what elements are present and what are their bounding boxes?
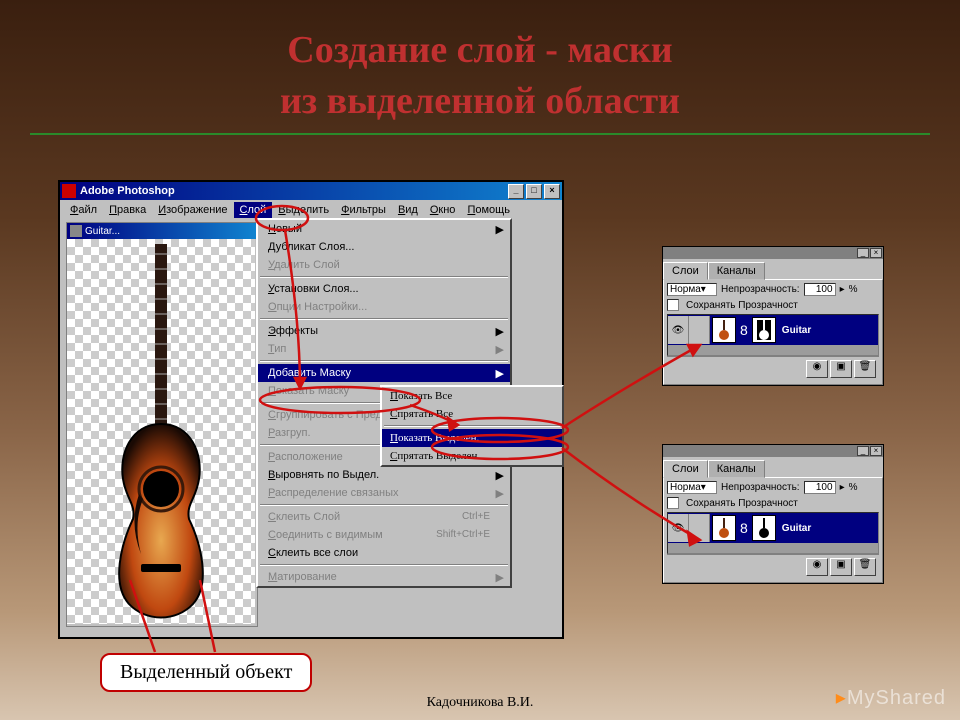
menu-item: Соединить с видимымShift+Ctrl+E [258,526,510,544]
menu-item[interactable]: Склеить все слои [258,544,510,562]
document-titlebar[interactable]: Guitar... [67,223,257,239]
mask-button[interactable]: ◉ [806,558,828,576]
menu-item[interactable]: Установки Слоя... [258,280,510,298]
edit-icon[interactable] [689,514,710,542]
tab-channels[interactable]: Каналы [708,262,765,280]
callout-selected-object: Выделенный объект [100,653,312,692]
menu-item: Матирование▶ [258,568,510,586]
menu-item[interactable]: Эффекты▶ [258,322,510,340]
tab-layers[interactable]: Слои [663,460,708,478]
app-icon [62,184,76,198]
app-title: Adobe Photoshop [80,185,175,197]
menubar[interactable]: ФайлПравкаИзображениеСлойВыделитьФильтры… [60,200,562,220]
footer-credit: Кадочникова В.И. [427,695,534,711]
tab-layers[interactable]: Слои [663,262,708,280]
edit-icon[interactable] [689,316,710,344]
menu-item[interactable]: Выделить [272,202,335,218]
layer-row[interactable]: 👁 8 Guitar [668,513,878,543]
submenu-item[interactable]: Показать Выделен. [382,429,562,447]
menu-item[interactable]: Файл [64,202,103,218]
canvas[interactable] [67,239,255,624]
layer-thumbnail[interactable] [712,515,736,541]
preserve-transparency-checkbox[interactable] [667,497,679,509]
layer-row[interactable]: 👁 8 Guitar [668,315,878,345]
layers-panel-1[interactable]: _ × Слои Каналы Норма▾ Непрозрачность: 1… [662,246,884,386]
menu-item[interactable]: Правка [103,202,152,218]
menu-item[interactable]: Выровнять по Выдел.▶ [258,466,510,484]
add-mask-submenu[interactable]: Показать ВсеСпрятать Все Показать Выделен… [380,385,564,467]
menu-item[interactable]: Помощь [461,202,516,218]
layer-thumbnail[interactable] [712,317,736,343]
mask-button[interactable]: ◉ [806,360,828,378]
menu-item[interactable]: Новый▶ [258,220,510,238]
menu-item: Тип▶ [258,340,510,358]
opacity-input[interactable]: 100 [804,481,836,494]
menu-item: Склеить СлойCtrl+E [258,508,510,526]
layer-list[interactable]: 👁 8 Guitar [667,512,879,554]
menu-item[interactable]: Фильтры [335,202,392,218]
submenu-item[interactable]: Спрятать Выделен. [382,447,562,465]
titlebar[interactable]: Adobe Photoshop _ □ × [60,182,562,200]
preserve-transparency-checkbox[interactable] [667,299,679,311]
divider [30,133,930,135]
panel-close-icon[interactable]: × [870,248,882,258]
panel-close-icon[interactable]: × [870,446,882,456]
menu-item[interactable]: Окно [424,202,462,218]
mask-thumbnail[interactable] [752,317,776,343]
submenu-item[interactable]: Спрятать Все [382,405,562,423]
menu-item: Удалить Слой [258,256,510,274]
mask-thumbnail[interactable] [752,515,776,541]
menu-item[interactable]: Добавить Маску▶ [258,364,510,382]
panel-minimize-icon[interactable]: _ [857,248,869,258]
maximize-button[interactable]: □ [526,184,542,199]
layers-panel-2[interactable]: _ × Слои Каналы Норма▾ Непрозрачность: 1… [662,444,884,584]
panel-minimize-icon[interactable]: _ [857,446,869,456]
menu-item: Опции Настройки... [258,298,510,316]
blend-mode-select[interactable]: Норма▾ [667,481,717,494]
delete-button[interactable]: 🗑 [854,360,876,378]
new-layer-button[interactable]: ▣ [830,558,852,576]
slide-title: Создание слой - маски из выделенной обла… [0,0,960,128]
layer-name-label: Guitar [782,325,811,336]
watermark: ▸MyShared [836,685,946,710]
close-button[interactable]: × [544,184,560,199]
doc-icon [70,225,82,237]
mask-link-icon[interactable]: 8 [738,322,750,338]
tab-channels[interactable]: Каналы [708,460,765,478]
minimize-button[interactable]: _ [508,184,524,199]
guitar-image [111,244,211,619]
menu-item[interactable]: Слой [234,202,273,218]
menu-item[interactable]: Изображение [152,202,233,218]
mask-link-icon[interactable]: 8 [738,520,750,536]
opacity-input[interactable]: 100 [804,283,836,296]
menu-item: Распределение связаных▶ [258,484,510,502]
submenu-item[interactable]: Показать Все [382,387,562,405]
visibility-icon[interactable]: 👁 [668,316,689,344]
layer-list[interactable]: 👁 8 Guitar [667,314,879,356]
menu-item[interactable]: Дубликат Слоя... [258,238,510,256]
layer-name-label: Guitar [782,523,811,534]
visibility-icon[interactable]: 👁 [668,514,689,542]
new-layer-button[interactable]: ▣ [830,360,852,378]
delete-button[interactable]: 🗑 [854,558,876,576]
blend-mode-select[interactable]: Норма▾ [667,283,717,296]
menu-item[interactable]: Вид [392,202,424,218]
document-window[interactable]: Guitar... [66,222,258,627]
